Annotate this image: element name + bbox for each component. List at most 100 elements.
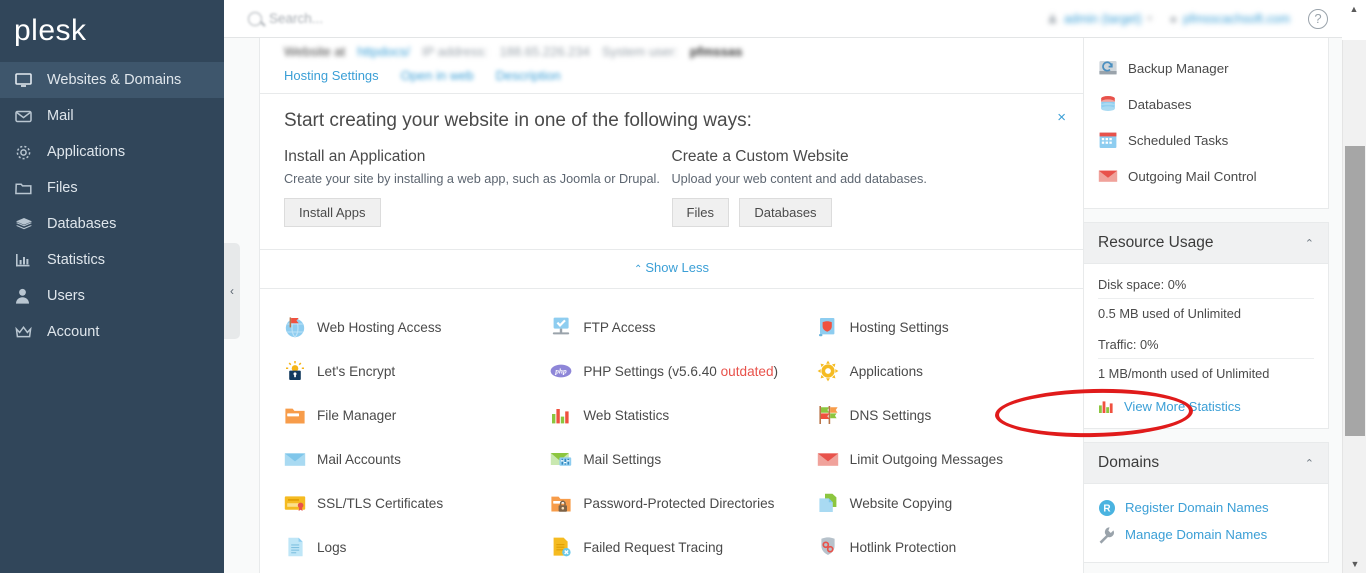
envelope-blue-icon [284, 448, 306, 470]
tool-limit-outgoing-messages[interactable]: Limit Outgoing Messages [817, 437, 1083, 481]
tool-php-settings[interactable]: php PHP Settings (v5.6.40 outdated) [550, 349, 816, 393]
tool-label: Password-Protected Directories [583, 495, 775, 511]
website-at-label: Website at [284, 44, 346, 59]
website-info-strip: Website at httpdocs/ IP address: 188.65.… [260, 38, 1083, 93]
promo-custom-website: Create a Custom Website Upload your web … [671, 148, 1060, 227]
resource-row-disk: Disk space: 0% 0.5 MB used of Unlimited [1098, 274, 1314, 334]
view-more-statistics-link[interactable]: View More Statistics [1098, 398, 1314, 414]
resource-metric-detail: 0.5 MB used of Unlimited [1098, 306, 1241, 321]
scroll-up-arrow[interactable]: ▲ [1342, 0, 1366, 18]
domains-header[interactable]: Domains ⌃ [1084, 443, 1328, 484]
left-sidebar: plesk Websites & Domains Mail Applicatio… [0, 0, 224, 573]
install-apps-button[interactable]: Install Apps [284, 198, 381, 227]
tool-failed-request-tracing[interactable]: Failed Request Tracing [550, 525, 816, 569]
sidebar-item-files[interactable]: Files [0, 170, 224, 206]
quick-link-label: Databases [1128, 96, 1192, 112]
tool-label: Mail Accounts [317, 451, 401, 467]
quick-link-outgoing-mail-control[interactable]: Outgoing Mail Control [1098, 158, 1314, 194]
chevron-up-icon[interactable]: ⌃ [1305, 457, 1314, 470]
hosting-settings-link[interactable]: Hosting Settings [284, 68, 379, 83]
resource-metric-label: Disk space: 0% [1098, 277, 1314, 299]
user-menu[interactable]: ♟ admin (target) ▾ [1047, 12, 1152, 26]
tool-applications[interactable]: Applications [817, 349, 1083, 393]
chevron-up-icon: ⌃ [634, 264, 643, 275]
tool-odbc-data-sources[interactable]: ODBC Data Sources [817, 569, 1083, 573]
tool-ssl-tls-certificates[interactable]: SSL/TLS Certificates [284, 481, 550, 525]
tool-ftp-access[interactable]: PHP Settings (v5.6.40 FTP Access [550, 305, 816, 349]
tool-file-manager[interactable]: File Manager [284, 393, 550, 437]
svg-text:php: php [555, 367, 568, 376]
open-in-web-link[interactable]: Open in web [401, 68, 474, 83]
vertical-scrollbar[interactable]: ▼ [1342, 0, 1366, 573]
scrollbar-top-cap: ▲ [1342, 0, 1366, 40]
envelope-sliders-icon [550, 448, 572, 470]
sidebar-item-account[interactable]: Account [0, 314, 224, 350]
scroll-down-arrow[interactable]: ▼ [1343, 555, 1366, 573]
resource-metric-label: Traffic: 0% [1098, 337, 1314, 359]
show-less-toggle[interactable]: ⌃ Show Less [260, 250, 1083, 289]
php-version-text: PHP Settings (v5.6.40 [583, 363, 721, 379]
quick-link-scheduled-tasks[interactable]: Scheduled Tasks [1098, 122, 1314, 158]
bar-chart-icon [15, 251, 39, 269]
domains-body: R Register Domain Names Manage Domain Na… [1084, 484, 1328, 562]
promo-heading: Create a Custom Website [671, 148, 849, 165]
quick-link-backup-manager[interactable]: Backup Manager [1098, 50, 1314, 86]
sidebar-collapse-handle[interactable]: ‹ [224, 243, 240, 339]
chevron-up-icon[interactable]: ⌃ [1305, 237, 1314, 250]
ip-address-label: IP address: [421, 44, 488, 59]
databases-button[interactable]: Databases [739, 198, 832, 227]
promo-install-application: Install an Application Create your site … [284, 148, 672, 227]
current-domain-link[interactable]: ● pfmsscachsoft.com [1170, 12, 1290, 26]
quick-links-panel: Backup Manager Databases Scheduled Tasks [1083, 38, 1329, 209]
search-input[interactable]: Search... [248, 11, 323, 26]
resource-usage-body: Disk space: 0% 0.5 MB used of Unlimited … [1084, 264, 1328, 428]
tool-logs[interactable]: Logs [284, 525, 550, 569]
tool-label: Mail Settings [583, 451, 662, 467]
folder-icon [15, 179, 39, 197]
domain-link-label: Manage Domain Names [1125, 527, 1268, 542]
tool-hotlink-protection[interactable]: Hotlink Protection [817, 525, 1083, 569]
resource-usage-header[interactable]: Resource Usage ⌃ [1084, 223, 1328, 264]
panel-title: Resource Usage [1098, 234, 1214, 251]
close-icon[interactable]: × [1057, 110, 1066, 125]
sidebar-item-statistics[interactable]: Statistics [0, 242, 224, 278]
files-button[interactable]: Files [671, 198, 729, 227]
sidebar-item-databases[interactable]: Databases [0, 206, 224, 242]
description-link[interactable]: Description [496, 68, 561, 83]
website-docroot-link[interactable]: httpdocs/ [357, 44, 410, 59]
tool-website-copying[interactable]: Website Copying [817, 481, 1083, 525]
ip-address-value: 188.65.226.234 [499, 44, 590, 59]
tool-web-users[interactable]: Web Users [550, 569, 816, 573]
sidebar-item-mail[interactable]: Mail [0, 98, 224, 134]
user-menu-label: admin (target) [1063, 11, 1142, 26]
tool-web-hosting-access[interactable]: Web Hosting Access [284, 305, 550, 349]
globe-flag-icon [284, 316, 306, 338]
help-icon[interactable]: ? [1308, 8, 1328, 29]
sidebar-item-label: Databases [47, 216, 117, 232]
quick-link-label: Backup Manager [1128, 60, 1229, 76]
sidebar-item-applications[interactable]: Applications [0, 134, 224, 170]
register-r-icon: R [1098, 499, 1116, 517]
manage-domain-names-link[interactable]: Manage Domain Names [1098, 521, 1314, 548]
sidebar-item-users[interactable]: Users [0, 278, 224, 314]
register-domain-names-link[interactable]: R Register Domain Names [1098, 494, 1314, 521]
plesk-logo[interactable]: plesk [0, 0, 224, 62]
quick-link-databases[interactable]: Databases [1098, 86, 1314, 122]
tools-grid: Web Hosting Access Let's Encrypt File Ma… [260, 289, 1083, 573]
website-info-line: Website at httpdocs/ IP address: 188.65.… [284, 44, 1059, 59]
tool-virtual-directories[interactable]: Virtual Directories [284, 569, 550, 573]
tool-mail-settings[interactable]: Mail Settings [550, 437, 816, 481]
tool-mail-accounts[interactable]: Mail Accounts [284, 437, 550, 481]
tool-password-protected-directories[interactable]: Password-Protected Directories [550, 481, 816, 525]
tool-label: Web Statistics [583, 407, 670, 423]
sidebar-item-websites-domains[interactable]: Websites & Domains [0, 62, 224, 98]
scrollbar-thumb[interactable] [1345, 146, 1365, 436]
chevron-down-icon: ▾ [1147, 14, 1152, 23]
top-bar: Search... ♟ admin (target) ▾ ● pfmsscach… [224, 0, 1342, 38]
php-outdated-badge: outdated [720, 363, 774, 379]
tool-web-statistics[interactable]: Web Statistics [550, 393, 816, 437]
topbar-right-group: ♟ admin (target) ▾ ● pfmsscachsoft.com ? [1047, 8, 1342, 29]
tool-hosting-settings[interactable]: Hosting Settings [817, 305, 1083, 349]
tool-dns-settings[interactable]: DNS Settings [817, 393, 1083, 437]
tool-lets-encrypt[interactable]: Let's Encrypt [284, 349, 550, 393]
